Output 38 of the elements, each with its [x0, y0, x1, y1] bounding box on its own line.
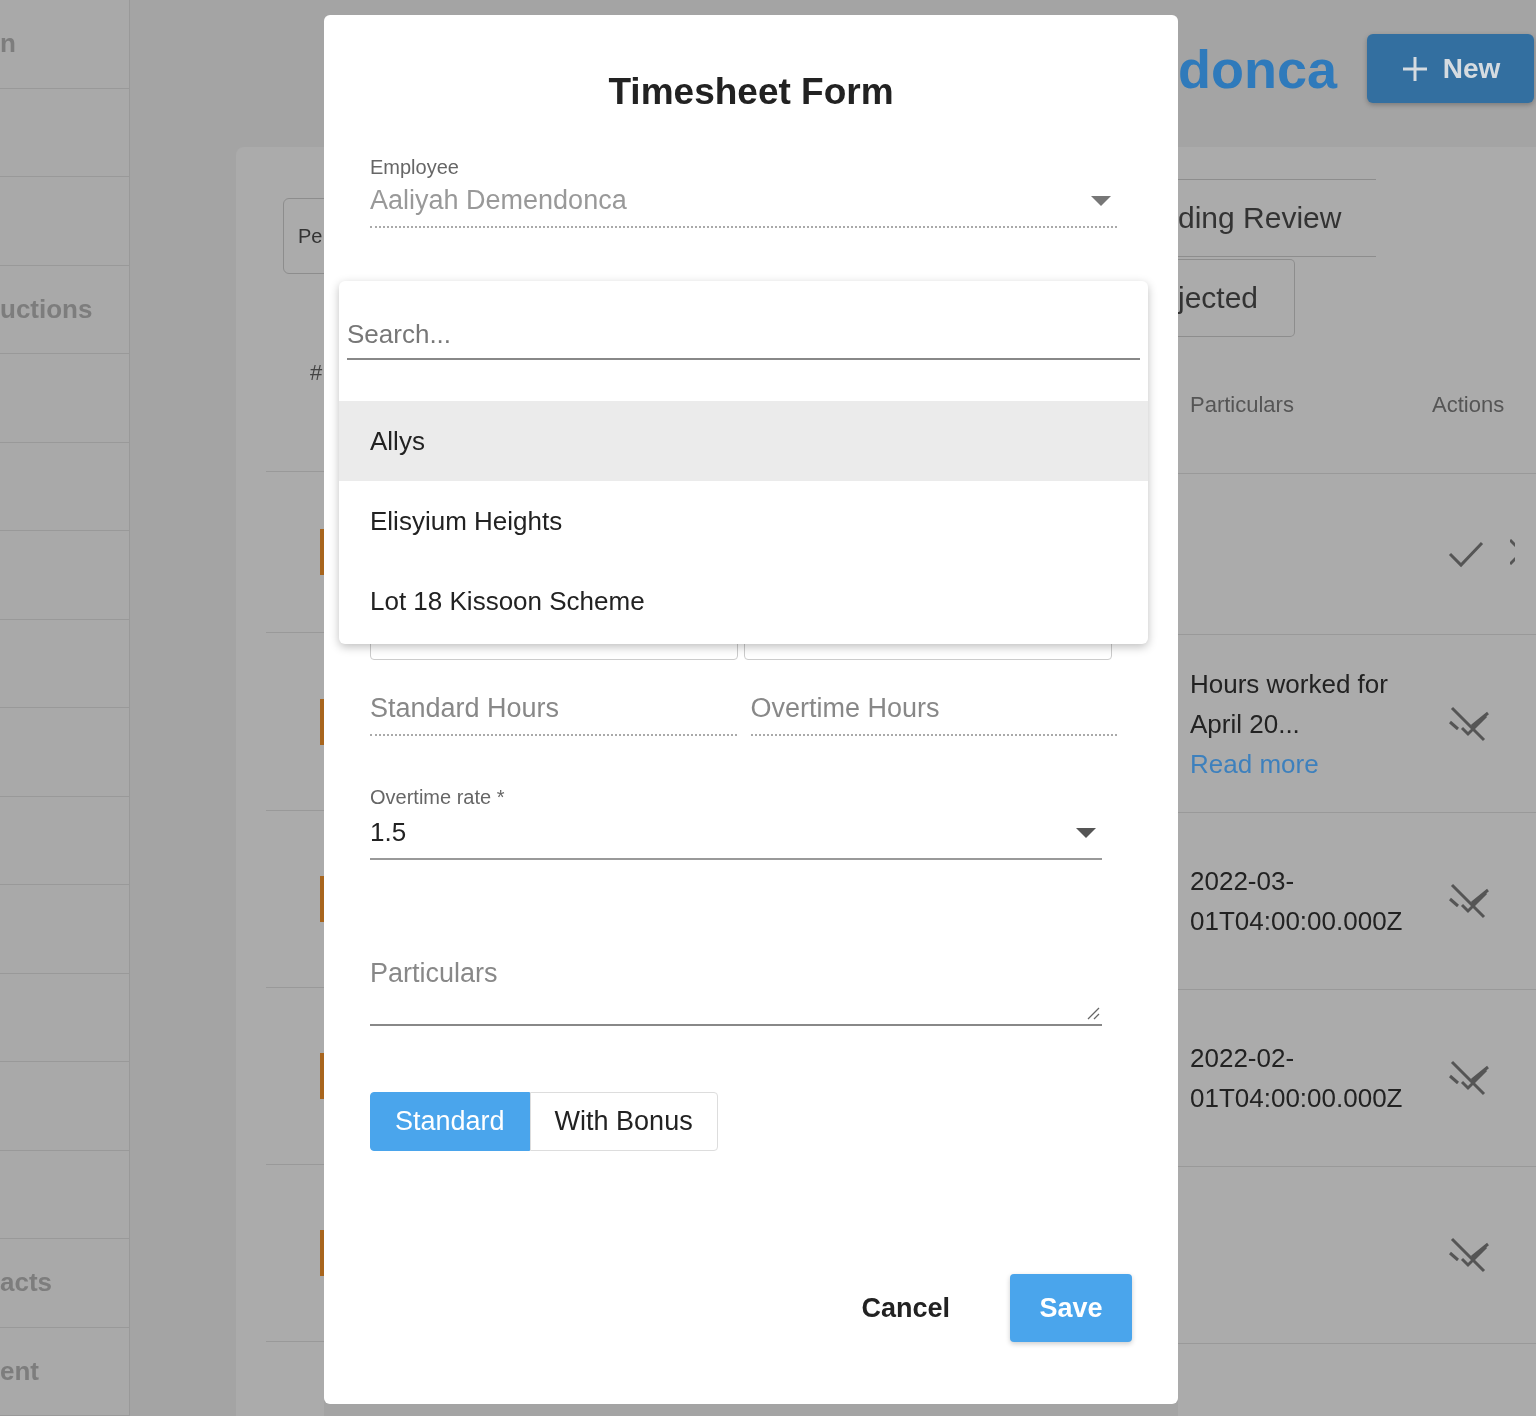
resize-handle-icon[interactable]: [1086, 1006, 1100, 1020]
page-title: donca: [1178, 37, 1338, 100]
segment-button[interactable]: Standard: [370, 1092, 530, 1151]
status-marker: [320, 698, 324, 745]
column-header: Actions: [1432, 392, 1505, 418]
dropdown-option[interactable]: Lot 18 Kissoon Scheme: [339, 561, 1148, 641]
dropdown-option[interactable]: Elisyium Heights: [339, 481, 1148, 561]
cancel-button[interactable]: Cancel: [861, 1282, 950, 1334]
segment-button[interactable]: With Bonus: [529, 1092, 718, 1151]
status-marker: [320, 529, 324, 575]
crossed-checks-icon[interactable]: [1448, 705, 1492, 742]
table-cell-text: 2022-03-01T04:00:00.000Z: [1190, 865, 1404, 938]
close-icon[interactable]: [1510, 539, 1515, 565]
save-button[interactable]: Save: [1010, 1274, 1132, 1342]
check-icon[interactable]: [1448, 540, 1484, 568]
status-marker: [320, 1053, 324, 1099]
crossed-checks-icon[interactable]: [1448, 1060, 1492, 1096]
field-label: Overtime rate *: [370, 786, 506, 809]
status-tab[interactable]: jected: [1178, 259, 1295, 337]
new-button[interactable]: New: [1367, 34, 1535, 103]
field-label: Employee: [370, 156, 460, 179]
dropdown-option[interactable]: Allys: [339, 401, 1148, 481]
caret-icon: [1076, 827, 1096, 838]
column-header: #: [310, 359, 323, 386]
rate-select[interactable]: 1.5: [370, 809, 1102, 860]
particulars-textarea[interactable]: Particulars: [370, 958, 1102, 1026]
read-more-link[interactable]: Read more: [1190, 743, 1448, 784]
table-cell-text: 2022-02-01T04:00:00.000Z: [1190, 1042, 1404, 1115]
table-cell-text: Hours worked for April 20...: [1190, 667, 1389, 741]
crossed-checks-icon[interactable]: [1448, 1237, 1492, 1273]
status-marker: [320, 1230, 324, 1276]
dialog-title: Timesheet Form: [607, 70, 895, 113]
status-marker: [320, 876, 324, 922]
plus-icon: [1400, 54, 1429, 83]
caret-icon: [1091, 195, 1111, 206]
column-header: Particulars: [1190, 392, 1295, 418]
crossed-checks-icon[interactable]: [1448, 883, 1492, 919]
status-tab[interactable]: ding Review: [1178, 179, 1376, 257]
